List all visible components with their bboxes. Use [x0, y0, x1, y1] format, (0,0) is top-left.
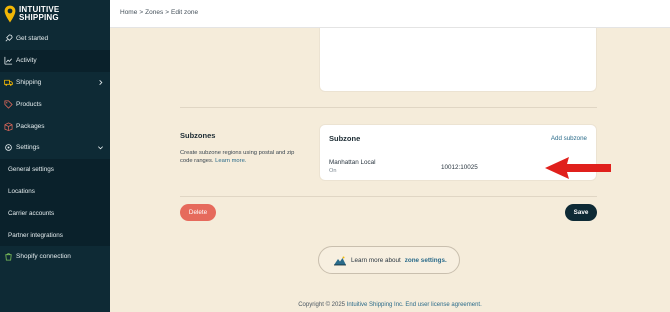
sidebar: INTUITIVE SHIPPING Get started Activity … — [0, 0, 110, 312]
save-button[interactable]: Save — [565, 204, 597, 221]
annotation-arrow-icon — [545, 157, 611, 179]
package-icon — [4, 122, 13, 131]
zone-settings-link[interactable]: zone settings. — [405, 257, 447, 264]
sidebar-item-partner-integrations[interactable]: Partner integrations — [0, 224, 110, 246]
location-pin-icon — [4, 5, 16, 23]
subzone-postal-range: 10012:10025 — [441, 164, 478, 171]
sidebar-item-label: Locations — [8, 187, 35, 195]
learn-more-text: Learn more about — [351, 256, 401, 264]
breadcrumb-current: Edit zone — [171, 9, 199, 16]
chart-icon — [4, 57, 13, 65]
subzone-status: On — [329, 168, 337, 174]
sidebar-item-label: Activity — [16, 57, 37, 65]
sidebar-item-label: General settings — [8, 166, 54, 174]
tag-icon — [4, 100, 13, 109]
rocket-icon — [5, 34, 13, 42]
breadcrumb-zones[interactable]: Zones — [145, 9, 163, 16]
sidebar-item-label: Carrier accounts — [8, 209, 55, 217]
section-divider — [180, 107, 597, 108]
sidebar-item-label: Partner integrations — [8, 231, 63, 239]
truck-icon — [4, 79, 13, 86]
subzone-name[interactable]: Manhattan Local — [329, 159, 376, 166]
chevron-right-icon — [99, 79, 103, 85]
sidebar-item-get-started[interactable]: Get started — [0, 28, 110, 50]
sidebar-item-settings[interactable]: Settings — [0, 137, 110, 159]
top-header: Home > Zones > Edit zone — [110, 0, 670, 28]
breadcrumb-separator: > — [165, 9, 170, 16]
mountain-landscape-icon — [334, 256, 346, 265]
sidebar-item-activity[interactable]: Activity — [0, 49, 110, 72]
zone-details-card — [319, 28, 597, 92]
sidebar-item-label: Shipping — [16, 78, 42, 86]
footer: Copyright © 2025 Intuitive Shipping Inc.… — [110, 302, 670, 308]
breadcrumb-home[interactable]: Home — [120, 9, 137, 16]
brand-logo[interactable]: INTUITIVE SHIPPING — [0, 0, 110, 28]
subzones-section-title: Subzones — [180, 131, 216, 140]
sidebar-item-carrier-accounts[interactable]: Carrier accounts — [0, 202, 110, 225]
gear-icon — [5, 144, 12, 152]
eula-link[interactable]: End user license agreement. — [405, 302, 481, 308]
company-link[interactable]: Intuitive Shipping Inc. — [347, 302, 404, 308]
learn-more-link[interactable]: Learn more. — [215, 158, 246, 164]
chevron-down-icon — [98, 146, 103, 150]
sidebar-item-label: Shopify connection — [16, 253, 71, 261]
sidebar-item-shopify-connection[interactable]: Shopify connection — [0, 246, 110, 268]
sidebar-item-label: Products — [16, 100, 42, 108]
sidebar-item-products[interactable]: Products — [0, 93, 110, 115]
sidebar-item-general-settings[interactable]: General settings — [0, 158, 110, 181]
subzones-section-description: Create subzone regions using postal and … — [180, 150, 295, 164]
sidebar-nav: Get started Activity Shipping Products P… — [0, 28, 110, 268]
brand-name: INTUITIVE SHIPPING — [19, 5, 60, 22]
breadcrumb: Home > Zones > Edit zone — [120, 9, 198, 16]
learn-more-zone-settings[interactable]: Learn more about zone settings. — [318, 246, 460, 274]
sidebar-item-packages[interactable]: Packages — [0, 115, 110, 137]
add-subzone-link[interactable]: Add subzone — [551, 135, 587, 142]
breadcrumb-separator: > — [139, 9, 144, 16]
section-divider — [180, 196, 597, 197]
sidebar-item-label: Get started — [16, 35, 49, 43]
delete-button[interactable]: Delete — [180, 204, 216, 221]
copyright-text: Copyright © 2025 — [298, 302, 345, 308]
subzone-card-title: Subzone — [329, 134, 361, 143]
sidebar-item-label: Settings — [16, 144, 40, 152]
sidebar-item-label: Packages — [16, 122, 45, 130]
shopify-icon — [5, 253, 12, 261]
sidebar-item-locations[interactable]: Locations — [0, 180, 110, 203]
sidebar-item-shipping[interactable]: Shipping — [0, 72, 110, 94]
